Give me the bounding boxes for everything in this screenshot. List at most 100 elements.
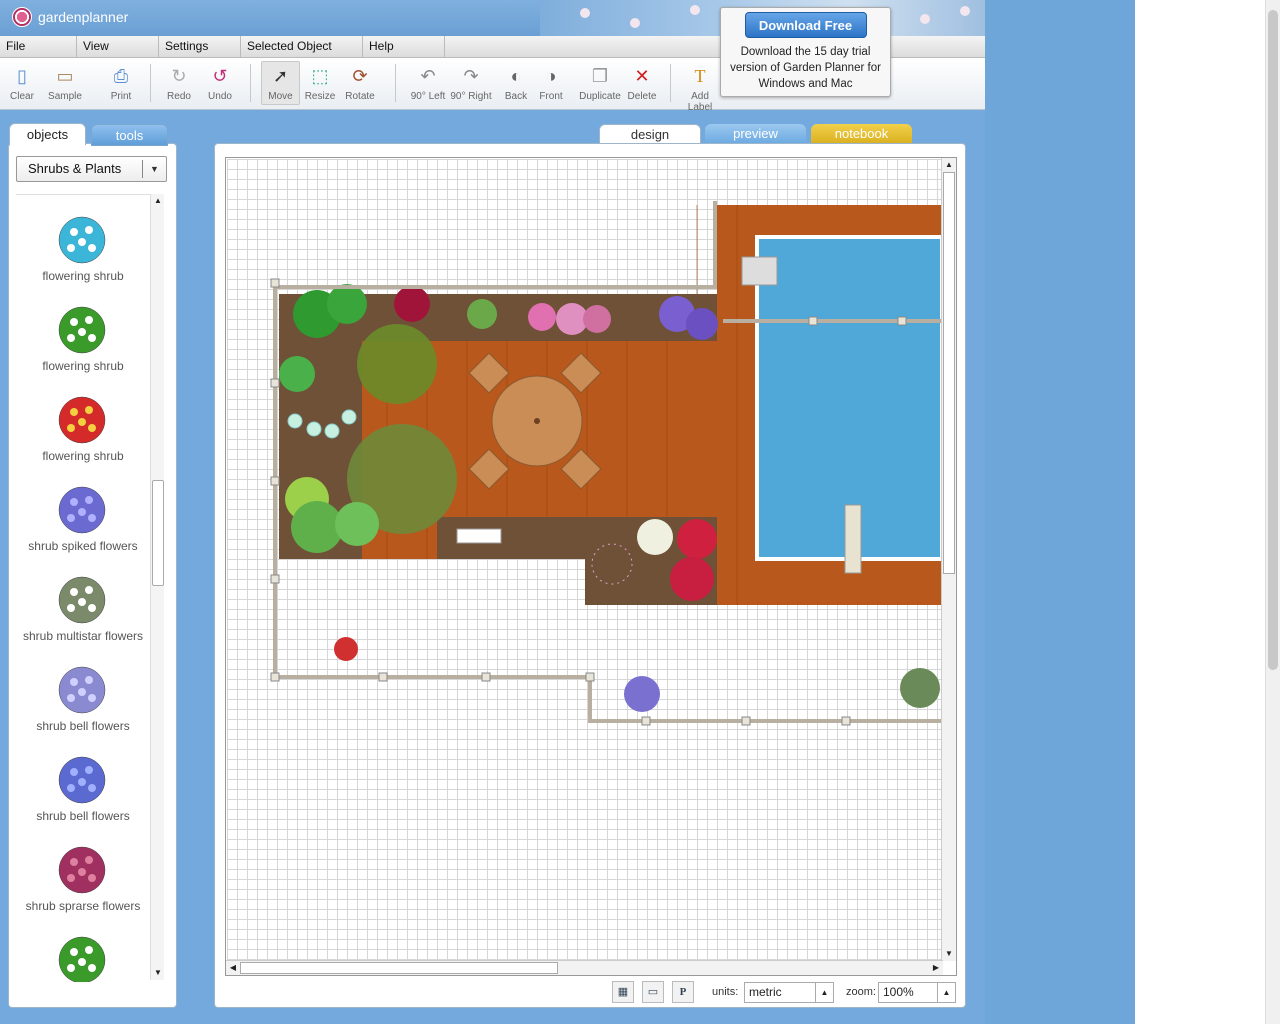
roses[interactable] <box>670 557 714 601</box>
scrollbar-thumb[interactable] <box>152 480 164 586</box>
delete-x-icon: ✕ <box>634 66 650 86</box>
redo-button[interactable]: ↻ Redo <box>157 64 201 102</box>
status-bar: ▦ ▭ P units: metric ▲ zoom: 100% ▲ <box>612 981 962 1005</box>
bring-front-button[interactable]: ◑ Front <box>529 64 573 102</box>
multistar-shrub[interactable] <box>900 668 940 708</box>
resize-button[interactable]: ⬚ Resize <box>298 64 342 102</box>
clear-button[interactable]: ▯ Clear <box>0 64 44 102</box>
flowers[interactable] <box>591 543 633 585</box>
spiked-flowers[interactable] <box>624 676 660 712</box>
sample-button[interactable]: ▭ Sample <box>43 64 87 102</box>
document-icon: ▯ <box>17 66 27 86</box>
arrow-cursor-icon: ➚ <box>272 66 289 86</box>
tab-objects[interactable]: objects <box>9 123 86 145</box>
menu-file[interactable]: File <box>0 36 77 58</box>
zoom-label: zoom: <box>846 986 876 998</box>
object-label: shrub multistar flowers <box>22 629 144 643</box>
rotate-90-right-button[interactable]: ↷ 90° Right <box>449 64 493 102</box>
download-trial-button[interactable]: Download Free Trial <box>744 12 867 58</box>
units-select[interactable]: metric ▲ <box>744 982 834 1003</box>
promo-text: Download the 15 day trial version of Gar… <box>730 46 881 90</box>
object-list-item[interactable]: shrub multistar flowers <box>16 555 150 645</box>
shrub[interactable] <box>279 356 315 392</box>
resize-icon: ⬚ <box>311 66 329 86</box>
plant-thumbnail-icon <box>57 215 107 265</box>
zoom-select[interactable]: 100% ▲ <box>878 982 956 1003</box>
menu-view[interactable]: View <box>77 36 159 58</box>
shrub[interactable] <box>335 502 379 546</box>
chevron-up-icon[interactable]: ▲ <box>937 983 955 1002</box>
daisies[interactable] <box>637 519 673 555</box>
move-button[interactable]: ➚ Move <box>261 61 300 105</box>
shrub[interactable] <box>291 501 343 553</box>
rotate-right-icon: ↷ <box>463 66 479 86</box>
object-list-item[interactable]: shrub sprarse flowers <box>16 825 150 915</box>
plant-thumbnail-icon <box>57 755 107 805</box>
canvas-horizontal-scrollbar[interactable]: ◀ ▶ <box>226 960 943 975</box>
scroll-right-arrow-icon[interactable]: ▶ <box>929 961 943 975</box>
scroll-down-arrow-icon[interactable]: ▼ <box>942 947 956 961</box>
ruler-toggle-icon[interactable]: ▭ <box>642 981 664 1003</box>
object-list-item[interactable]: shrub bell flowers <box>16 735 150 825</box>
object-list-item[interactable]: flowering shrub <box>16 375 150 465</box>
tab-notebook[interactable]: notebook <box>811 124 912 145</box>
scroll-up-arrow-icon[interactable]: ▲ <box>151 194 165 208</box>
shrub[interactable] <box>394 286 430 322</box>
category-select[interactable]: Shrubs & Plants ▼ <box>16 156 167 182</box>
chevron-up-icon[interactable]: ▲ <box>815 983 833 1002</box>
menu-help[interactable]: Help <box>363 36 445 58</box>
object-list-item[interactable]: shrub spiked flowers <box>16 465 150 555</box>
tab-preview[interactable]: preview <box>705 124 806 145</box>
units-value: metric <box>749 985 782 999</box>
folder-icon: ▭ <box>56 66 74 86</box>
design-canvas[interactable] <box>227 159 942 960</box>
delete-button[interactable]: ✕ Delete <box>620 64 664 102</box>
rotate-90-left-button[interactable]: ↶ 90° Left <box>406 64 450 102</box>
diving-board[interactable] <box>844 504 862 574</box>
app-name: gardenplanner <box>38 9 129 25</box>
scroll-down-arrow-icon[interactable]: ▼ <box>151 966 165 980</box>
flowers[interactable] <box>528 303 556 331</box>
flowering-shrub[interactable] <box>334 637 358 661</box>
add-label-button[interactable]: T Add Label <box>678 64 722 113</box>
flowers[interactable] <box>583 305 611 333</box>
garden-plan[interactable] <box>227 159 942 960</box>
shrub[interactable] <box>467 299 497 329</box>
tree-canopy[interactable] <box>357 324 437 404</box>
duplicate-button[interactable]: ❐ Duplicate <box>578 64 622 102</box>
download-promo: Download Free Trial Download the 15 day … <box>720 7 891 97</box>
plant-names-toggle-icon[interactable]: P <box>672 981 694 1003</box>
undo-button[interactable]: ↺ Undo <box>198 64 242 102</box>
menu-selected-object[interactable]: Selected Object <box>241 36 363 58</box>
grid-toggle-icon[interactable]: ▦ <box>612 981 634 1003</box>
menu-settings[interactable]: Settings <box>159 36 241 58</box>
chevron-down-icon[interactable]: ▼ <box>142 160 166 178</box>
shrub[interactable] <box>327 284 367 324</box>
scroll-up-arrow-icon[interactable]: ▲ <box>942 158 956 172</box>
scroll-left-arrow-icon[interactable]: ◀ <box>226 961 240 975</box>
browser-scrollbar[interactable] <box>1265 0 1280 1024</box>
object-list-item[interactable]: shrub bell flowers <box>16 645 150 735</box>
object-label: flowering shrub <box>42 449 124 463</box>
printer-icon: ⎙ <box>113 66 129 86</box>
bench[interactable] <box>456 528 502 544</box>
rotate-button[interactable]: ⟳ Rotate <box>338 64 382 102</box>
object-list-scrollbar[interactable]: ▲ ▼ <box>150 194 164 980</box>
canvas-hscroll-thumb[interactable] <box>240 962 558 974</box>
tab-tools[interactable]: tools <box>91 124 168 146</box>
canvas-vertical-scrollbar[interactable]: ▲ ▼ <box>941 158 956 961</box>
canvas-vscroll-thumb[interactable] <box>943 172 955 574</box>
browser-scrollbar-thumb[interactable] <box>1268 10 1278 670</box>
object-label: shrub spiked flowers <box>28 539 138 553</box>
pool-ladder[interactable] <box>741 256 778 286</box>
text-label-icon: T <box>694 66 706 86</box>
print-button[interactable]: ⎙ Print <box>99 64 143 102</box>
roses[interactable] <box>677 519 717 559</box>
flowers[interactable] <box>686 308 718 340</box>
object-list-item[interactable]: flowering shrub <box>16 285 150 375</box>
plant-thumbnail-icon <box>57 575 107 625</box>
zoom-value: 100% <box>883 985 914 999</box>
object-list-item[interactable]: flowering shrub <box>16 195 150 285</box>
object-list-item[interactable] <box>16 915 150 982</box>
object-label: flowering shrub <box>42 269 124 283</box>
